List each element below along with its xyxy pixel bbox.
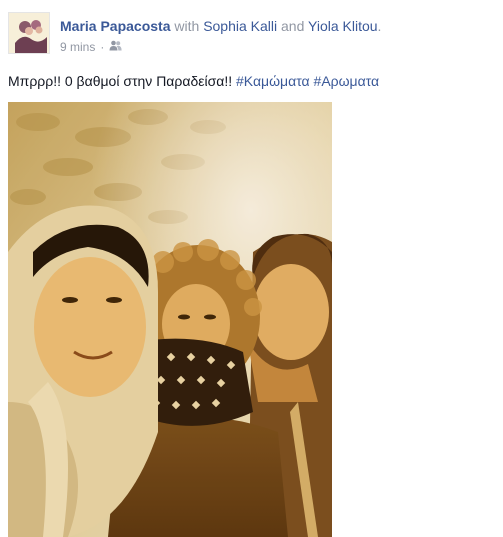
with-text: with [174,18,200,34]
friends-icon[interactable] [109,39,122,55]
selfie-photo-image [8,102,332,537]
hashtag-link-1[interactable]: #Καμώματα [236,73,310,89]
post-meta: 9 mins · [60,39,122,55]
avatar-image [9,13,49,53]
timestamp-link[interactable]: 9 mins [60,39,95,55]
tagged-friend-link-1[interactable]: Sophia Kalli [203,18,277,34]
tagged-friend-link-2[interactable]: Yiola Klitou [308,18,378,34]
hashtag-link-2[interactable]: #Αρωματα [314,73,380,89]
post-photo[interactable] [8,102,332,537]
and-text: and [281,18,305,34]
post-status-text: Μπρρρ!! 0 βαθμοί στην Παραδείσα!! #Καμώμ… [8,72,379,90]
status-message: Μπρρρ!! 0 βαθμοί στην Παραδείσα!! [8,73,233,89]
header-period: . [377,18,382,34]
post-header: Maria Papacosta with Sophia Kalli and Yi… [60,17,381,35]
author-name-link[interactable]: Maria Papacosta [60,18,171,34]
author-avatar[interactable] [8,12,50,54]
meta-separator: · [100,40,105,54]
